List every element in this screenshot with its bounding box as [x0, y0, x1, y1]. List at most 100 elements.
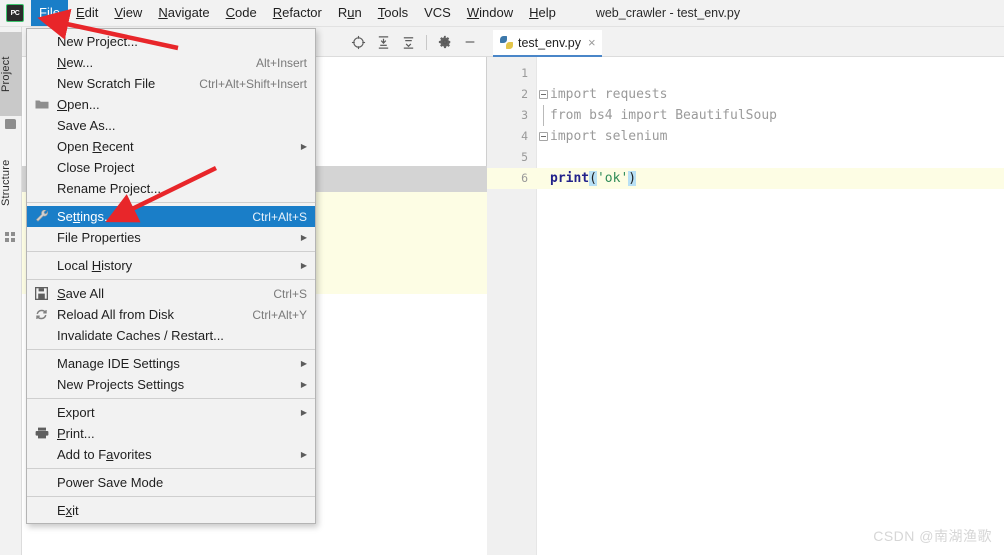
tool-window-strip-left: Project Structure: [0, 27, 22, 555]
fold-toggle-icon[interactable]: [539, 132, 548, 141]
menu-item-manage-ide-settings[interactable]: Manage IDE Settings ▶: [27, 353, 315, 374]
menu-item-new-project[interactable]: New Project...: [27, 31, 315, 52]
code-line[interactable]: [537, 147, 1004, 168]
reload-icon: [35, 308, 49, 321]
submenu-chevron-right-icon: ▶: [300, 359, 307, 368]
sidebar-tab-project-label: Project: [0, 56, 12, 92]
menu-item-settings[interactable]: Settings... Ctrl+Alt+S: [27, 206, 315, 227]
folder-icon: [5, 119, 16, 129]
menu-item-label: Save As...: [57, 118, 116, 133]
submenu-chevron-right-icon: ▶: [300, 233, 307, 242]
menu-bar-items: File Edit View Navigate Code Refactor Run Tools…: [31, 0, 564, 26]
menu-item-save-all[interactable]: Save All Ctrl+S: [27, 283, 315, 304]
hide-icon[interactable]: [459, 31, 481, 53]
menu-item-close-project[interactable]: Close Project: [27, 157, 315, 178]
menu-item-label: Print...: [57, 426, 95, 441]
menu-item-new-scratch-file[interactable]: New Scratch File Ctrl+Alt+Shift+Insert: [27, 73, 315, 94]
menubar-item-navigate[interactable]: Navigate: [150, 0, 217, 26]
menu-item-label: Local History: [57, 258, 133, 273]
menu-item-exit[interactable]: Exit: [27, 500, 315, 521]
menu-item-invalidate-caches-restart[interactable]: Invalidate Caches / Restart...: [27, 325, 315, 346]
menubar-item-refactor[interactable]: Refactor: [265, 0, 330, 26]
sidebar-tab-project[interactable]: Project: [0, 32, 22, 116]
sidebar-tab-structure-label: Structure: [0, 159, 12, 207]
menubar-item-code[interactable]: Code: [218, 0, 265, 26]
code-canvas[interactable]: import requests from bs4 import Beautiful…: [537, 57, 1004, 555]
menu-item-label: New...: [57, 55, 94, 70]
menu-item-label: Invalidate Caches / Restart...: [57, 328, 224, 343]
menubar-item-window[interactable]: Window: [459, 0, 521, 26]
locate-icon[interactable]: [347, 31, 369, 53]
line-number: 2: [521, 87, 528, 101]
code-line[interactable]: import selenium: [537, 126, 1004, 147]
line-number: 3: [521, 108, 528, 122]
sidebar-tab-structure[interactable]: Structure: [0, 137, 22, 229]
menu-item-new-projects-settings[interactable]: New Projects Settings ▶: [27, 374, 315, 395]
code-token: import requests: [550, 87, 668, 102]
collapse-all-icon[interactable]: [397, 31, 419, 53]
file-dropdown-menu[interactable]: New Project... New... Alt+Insert New Scratc…: [26, 28, 316, 524]
menubar-item-view[interactable]: View: [106, 0, 150, 26]
line-number: 6: [521, 171, 528, 185]
menu-item-power-save-mode[interactable]: Power Save Mode: [27, 472, 315, 493]
code-token: (: [589, 171, 597, 186]
toolbar-divider: [426, 34, 427, 50]
submenu-chevron-right-icon: ▶: [300, 261, 307, 270]
editor-tab-test-env-py[interactable]: test_env.py ×: [493, 30, 602, 57]
menu-item-label: Add to Favorites: [57, 447, 152, 462]
menu-item-print[interactable]: Print...: [27, 423, 315, 444]
code-line[interactable]: [537, 63, 1004, 84]
menu-item-open-recent[interactable]: Open Recent ▶: [27, 136, 315, 157]
menu-item-file-properties[interactable]: File Properties ▶: [27, 227, 315, 248]
menu-item-add-to-favorites[interactable]: Add to Favorites ▶: [27, 444, 315, 465]
menubar-item-run[interactable]: Run: [330, 0, 370, 26]
save-icon: [34, 286, 49, 301]
code-token: import selenium: [550, 129, 668, 144]
pycharm-window: PC File Edit View Navigate Code Refactor Run To…: [0, 0, 1004, 555]
fold-region-line: [543, 105, 544, 126]
menu-item-local-history[interactable]: Local History ▶: [27, 255, 315, 276]
menu-item-label: New Project...: [57, 34, 138, 49]
menu-item-new[interactable]: New... Alt+Insert: [27, 52, 315, 73]
menu-item-label: Reload All from Disk: [57, 307, 175, 322]
code-token: print: [550, 171, 590, 186]
menubar-item-help[interactable]: Help: [521, 0, 564, 26]
menubar-item-file[interactable]: File: [31, 0, 68, 26]
fold-toggle-icon[interactable]: [539, 90, 548, 99]
wrench-icon: [35, 209, 49, 223]
line-number: 5: [521, 150, 528, 164]
code-line[interactable]: print('ok'): [537, 168, 1004, 189]
menubar-item-tools[interactable]: Tools: [370, 0, 416, 26]
code-line[interactable]: import requests: [537, 84, 1004, 105]
menu-item-label: Close Project: [57, 160, 135, 175]
print-icon: [35, 427, 49, 440]
menu-item-open[interactable]: Open...: [27, 94, 315, 115]
window-title: web_crawler - test_env.py: [595, 6, 741, 20]
submenu-chevron-right-icon: ▶: [300, 450, 307, 459]
menu-item-reload-all-from-disk[interactable]: Reload All from Disk Ctrl+Alt+Y: [27, 304, 315, 325]
editor-tab-bar: test_env.py ×: [487, 27, 1004, 57]
gear-icon[interactable]: [434, 31, 456, 53]
menu-separator: [27, 496, 315, 497]
submenu-chevron-right-icon: ▶: [300, 408, 307, 417]
menu-item-label: Power Save Mode: [57, 475, 164, 490]
code-line[interactable]: from bs4 import BeautifulSoup: [537, 105, 1004, 126]
code-token: ): [628, 171, 637, 186]
menu-item-save-as[interactable]: Save As...: [27, 115, 315, 136]
menu-item-export[interactable]: Export ▶: [27, 402, 315, 423]
menubar-item-vcs[interactable]: VCS: [416, 0, 459, 26]
menu-item-label: Open...: [57, 97, 100, 112]
expand-all-icon[interactable]: [372, 31, 394, 53]
editor-gutter[interactable]: 1 2 3 4 5 6: [487, 57, 537, 555]
file-menu-rows: New Project... New... Alt+Insert New Scratc…: [27, 31, 315, 521]
submenu-chevron-right-icon: ▶: [300, 380, 307, 389]
code-token: from bs4 import BeautifulSoup: [550, 108, 777, 123]
menu-item-label: New Projects Settings: [57, 377, 185, 392]
menu-separator: [27, 251, 315, 252]
menu-separator: [27, 202, 315, 203]
menu-item-shortcut: Alt+Insert: [255, 55, 307, 70]
menu-item-rename-project[interactable]: Rename Project...: [27, 178, 315, 199]
close-icon[interactable]: ×: [588, 36, 596, 49]
menu-item-shortcut: Ctrl+Alt+Shift+Insert: [199, 76, 307, 91]
menubar-item-edit[interactable]: Edit: [68, 0, 106, 26]
